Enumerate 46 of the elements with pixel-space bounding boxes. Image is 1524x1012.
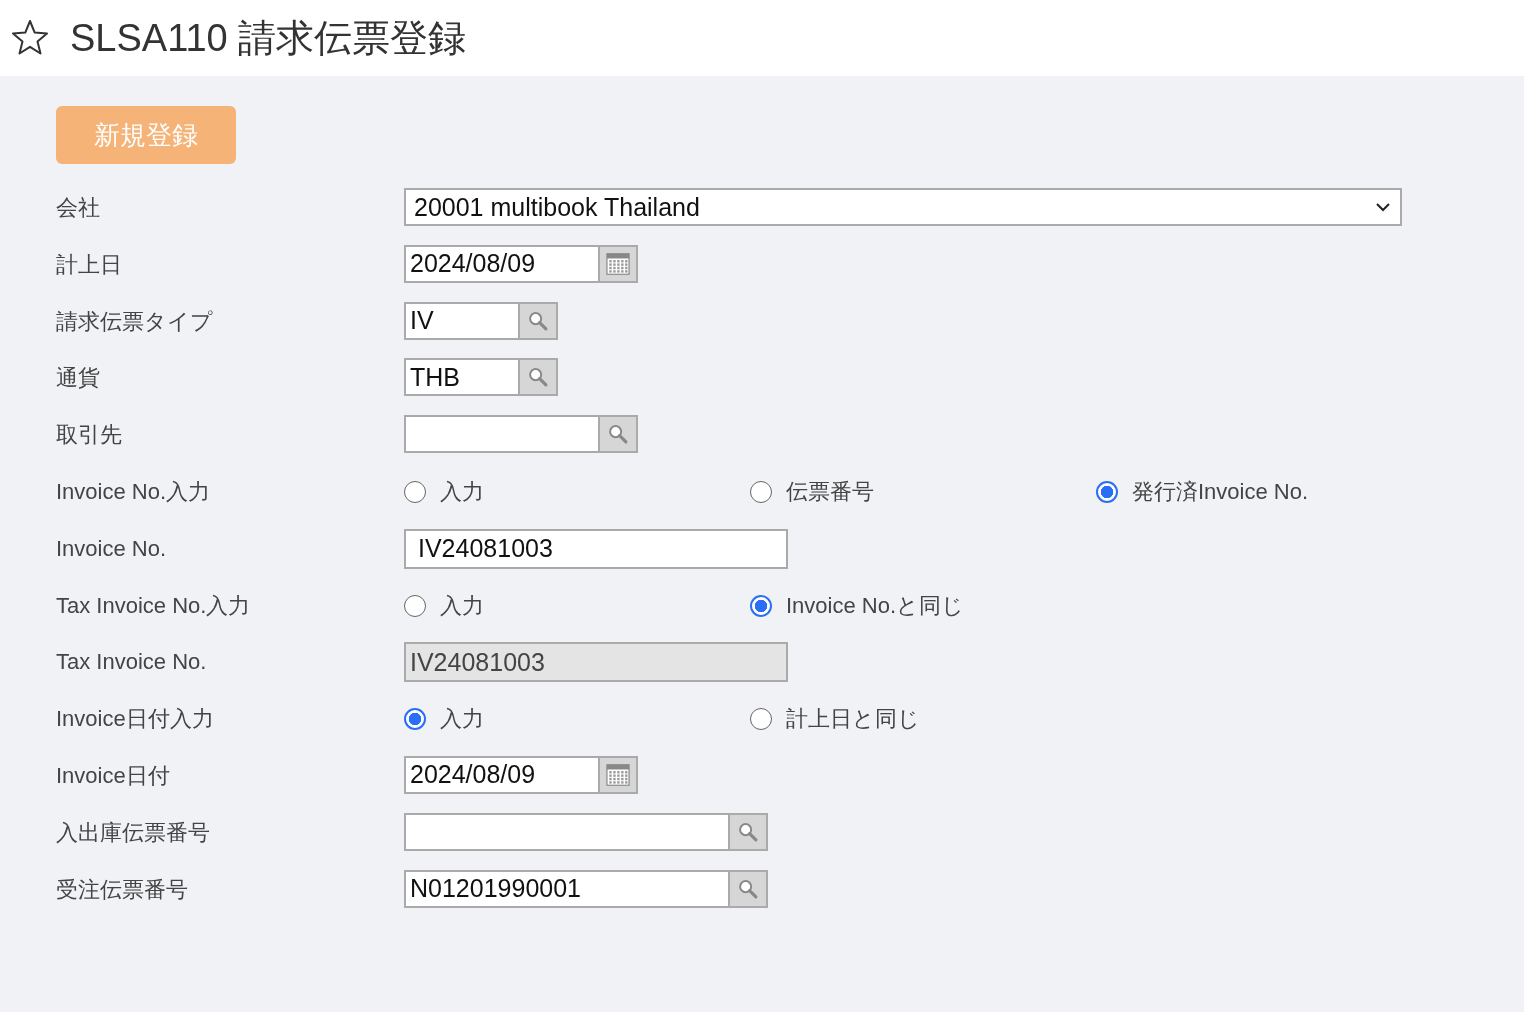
company-dropdown[interactable]: 20001 multibook Thailand [404,188,1402,226]
field-label: Tax Invoice No.入力 [56,591,252,620]
lookup-field[interactable]: THB [404,358,518,397]
radio-button[interactable] [1096,481,1118,503]
field-label: 入出庫伝票番号 [56,818,211,847]
lookup-field[interactable] [404,415,598,454]
search-button[interactable] [518,301,558,340]
radio-label[interactable]: 入力 [440,590,484,621]
field-label: 計上日 [56,250,123,279]
search-button[interactable] [728,812,768,851]
field-label: Tax Invoice No. [56,648,208,677]
lookup-field[interactable] [404,812,728,851]
star-icon[interactable] [10,18,50,58]
radio-button[interactable] [750,708,772,731]
radio-label[interactable]: 伝票番号 [786,477,874,507]
calendar-button[interactable] [598,755,638,794]
radio-button[interactable] [404,481,426,503]
date-field[interactable]: 2024/08/09 [404,755,598,794]
search-button[interactable] [518,358,558,397]
search-button[interactable] [598,415,638,454]
field-label: Invoice日付 [56,761,171,790]
radio-label[interactable]: 入力 [440,477,484,507]
radio-label[interactable]: 入力 [440,704,484,735]
search-button[interactable] [728,869,768,908]
text-input[interactable]: IV24081003 [404,528,788,569]
date-field[interactable]: 2024/08/09 [404,244,598,283]
field-label: Invoice No.入力 [56,478,212,506]
field-label: 取引先 [56,421,123,450]
radio-button[interactable] [404,708,426,731]
radio-label[interactable]: 計上日と同じ [786,704,920,735]
radio-label[interactable]: 発行済Invoice No. [1132,477,1309,507]
lookup-field[interactable]: N01201990001 [404,869,728,908]
field-label: Invoice No. [56,534,168,563]
field-label: 請求伝票タイプ [56,307,214,336]
radio-button[interactable] [750,481,772,503]
field-label: 受注伝票番号 [56,875,189,904]
text-input: IV24081003 [404,642,788,683]
field-label: 会社 [56,194,101,222]
lookup-field[interactable]: IV [404,301,518,340]
calendar-button[interactable] [598,244,638,283]
field-label: Invoice日付入力 [56,705,215,734]
radio-label[interactable]: Invoice No.と同じ [786,590,965,621]
radio-button[interactable] [404,594,426,617]
page-title: SLSA110 請求伝票登録 [70,15,467,61]
radio-button[interactable] [750,594,772,617]
field-label: 通貨 [56,364,101,393]
